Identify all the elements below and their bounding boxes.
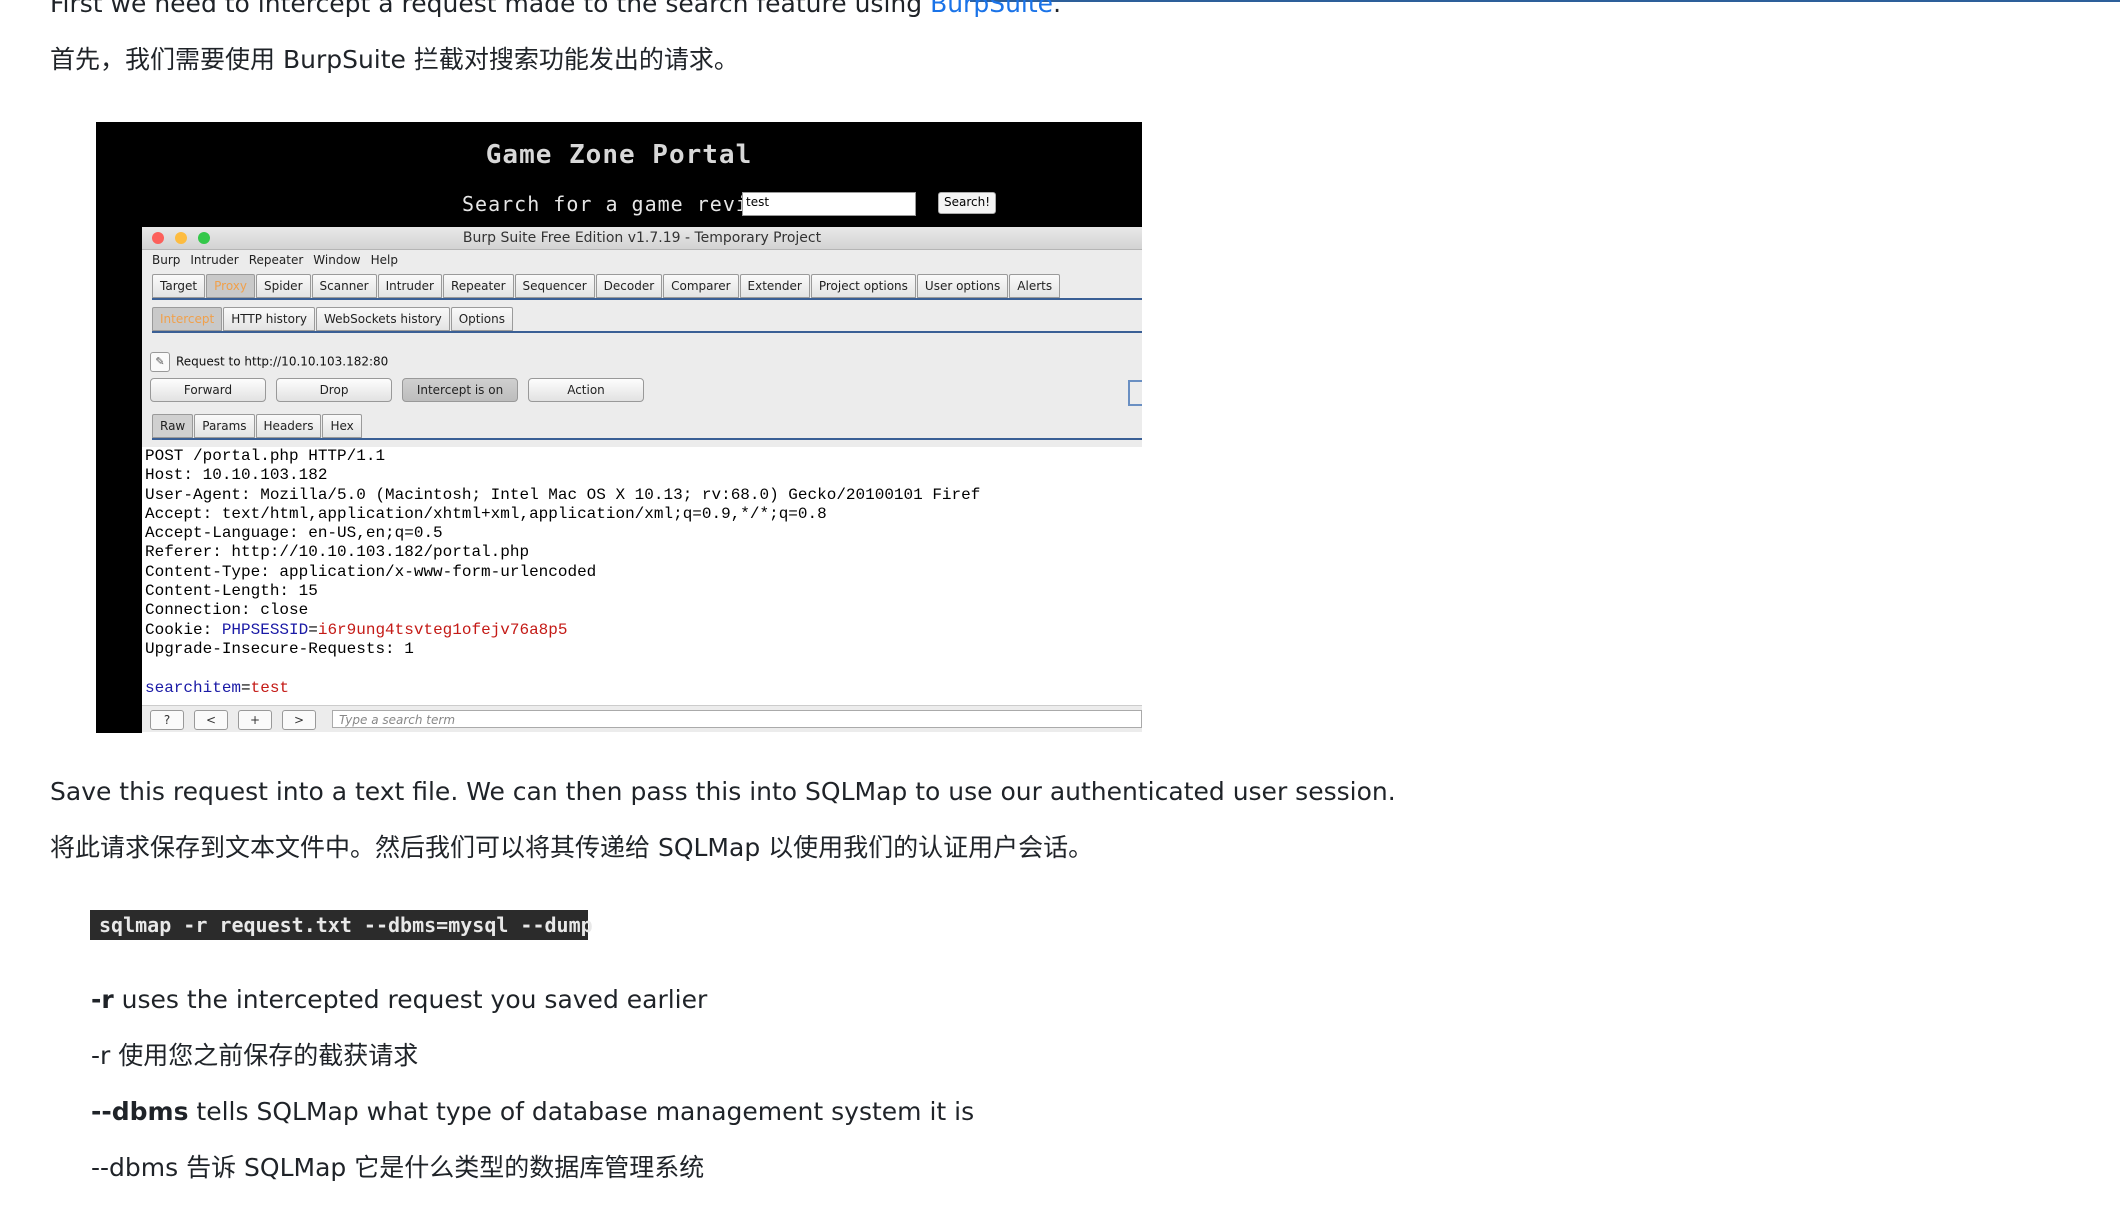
burp-window-title: Burp Suite Free Edition v1.7.19 - Tempor… bbox=[462, 230, 822, 246]
tab-intercept: Intercept bbox=[152, 307, 223, 331]
tab-scanner: Scanner bbox=[311, 274, 377, 298]
tab-extender: Extender bbox=[739, 274, 810, 298]
r-desc: uses the intercepted request you saved e… bbox=[113, 985, 708, 1014]
cookie-value: i6r9ung4tsvteg1ofejv76a8p5 bbox=[317, 620, 568, 639]
raw-line: Content-Length: 15 bbox=[145, 582, 318, 601]
portal-search-input: test bbox=[742, 192, 916, 216]
save-en: Save this request into a text file. We c… bbox=[50, 777, 1396, 806]
menu-intruder: Intruder bbox=[190, 253, 239, 267]
raw-line: Accept: text/html,application/xhtml+xml,… bbox=[145, 504, 827, 523]
proxy-tabs-rule bbox=[152, 331, 1142, 333]
tab-user-options: User options bbox=[916, 274, 1009, 298]
tab-websockets-history: WebSockets history bbox=[316, 307, 450, 331]
raw-line: Accept-Language: en-US,en;q=0.5 bbox=[145, 524, 443, 543]
prev-button: < bbox=[194, 710, 228, 730]
raw-cookie-line: Cookie: PHPSESSID=i6r9ung4tsvteg1ofejv76… bbox=[145, 621, 980, 640]
drop-button: Drop bbox=[276, 378, 392, 402]
tab-hex: Hex bbox=[322, 414, 362, 438]
search-bar: ? < + > Type a search term bbox=[142, 705, 1142, 732]
search-term-input: Type a search term bbox=[332, 710, 1142, 728]
next-button: > bbox=[282, 710, 316, 730]
action-button: Action bbox=[528, 378, 644, 402]
tab-sequencer: Sequencer bbox=[514, 274, 595, 298]
tab-comparer: Comparer bbox=[663, 274, 739, 298]
tab-spider: Spider bbox=[256, 274, 311, 298]
pencil-icon: ✎ bbox=[150, 352, 170, 372]
portal-title: Game Zone Portal bbox=[485, 140, 753, 170]
body-key: searchitem bbox=[145, 678, 242, 697]
main-tabs-rule bbox=[152, 298, 1142, 300]
portal-search-button: Search! bbox=[938, 192, 996, 214]
raw-request-text: POST /portal.php HTTP/1.1 Host: 10.10.103… bbox=[145, 447, 980, 698]
tab-project-options: Project options bbox=[810, 274, 916, 298]
body-value: test bbox=[250, 678, 290, 697]
dbms-option-zh: --dbms 告诉 SQLMap 它是什么类型的数据库管理系统 bbox=[91, 1153, 705, 1182]
burp-menubar: Burp Intruder Repeater Window Help bbox=[142, 250, 1142, 270]
tab-headers: Headers bbox=[255, 414, 322, 438]
raw-line: Upgrade-Insecure-Requests: 1 bbox=[145, 639, 414, 658]
intro-en-text: First we need to intercept a request mad… bbox=[50, 0, 931, 18]
raw-line: Host: 10.10.103.182 bbox=[145, 466, 328, 485]
save-zh: 将此请求保存到文本文件中。然后我们可以将其传递给 SQLMap 以使用我们的认证… bbox=[50, 833, 1094, 862]
r-option-en: -r uses the intercepted request you save… bbox=[91, 982, 707, 1018]
menu-burp: Burp bbox=[152, 253, 181, 267]
intro-en-period: . bbox=[1053, 0, 1062, 18]
plus-button: + bbox=[238, 710, 272, 730]
body-eq: = bbox=[241, 678, 251, 697]
cookie-eq: = bbox=[308, 620, 318, 639]
view-tabs: Raw Params Headers Hex bbox=[152, 414, 363, 438]
request-to-text: Request to http://10.10.103.182:80 bbox=[176, 354, 389, 369]
top-divider bbox=[970, 0, 2120, 2]
raw-line: Connection: close bbox=[145, 601, 309, 620]
cut-off-control bbox=[1128, 380, 1142, 406]
raw-line: User-Agent: Mozilla/5.0 (Macintosh; Inte… bbox=[145, 485, 981, 504]
dbms-option-en: --dbms tells SQLMap what type of databas… bbox=[91, 1094, 974, 1130]
menu-repeater: Repeater bbox=[248, 253, 304, 267]
intro-zh: 首先，我们需要使用 BurpSuite 拦截对搜索功能发出的请求。 bbox=[50, 45, 739, 74]
raw-body-line: searchitem=test bbox=[145, 679, 980, 698]
tab-options: Options bbox=[450, 307, 513, 331]
burp-titlebar: Burp Suite Free Edition v1.7.19 - Tempor… bbox=[142, 227, 1142, 250]
raw-request-pane: POST /portal.php HTTP/1.1 Host: 10.10.103… bbox=[142, 447, 1142, 733]
request-to-line: ✎ Request to http://10.10.103.182:80 bbox=[150, 352, 388, 372]
dbms-desc: tells SQLMap what type of database manag… bbox=[188, 1097, 975, 1126]
r-option-zh: -r 使用您之前保存的截获请求 bbox=[91, 1041, 419, 1070]
intro-en: First we need to intercept a request mad… bbox=[50, 0, 1061, 22]
forward-button: Forward bbox=[150, 378, 266, 402]
tab-repeater: Repeater bbox=[442, 274, 514, 298]
burp-screenshot: Game Zone Portal Search for a game revie… bbox=[96, 122, 1142, 733]
tab-proxy: Proxy bbox=[206, 274, 255, 298]
tab-target: Target bbox=[152, 274, 206, 298]
tab-alerts: Alerts bbox=[1009, 274, 1061, 298]
cookie-key: PHPSESSID bbox=[221, 620, 309, 639]
sqlmap-command: sqlmap -r request.txt --dbms=mysql --dum… bbox=[90, 910, 593, 940]
tab-intruder: Intruder bbox=[377, 274, 442, 298]
menu-window: Window bbox=[313, 253, 361, 267]
raw-line: Referer: http://10.10.103.182/portal.php bbox=[145, 543, 530, 562]
burp-window: Burp Suite Free Edition v1.7.19 - Tempor… bbox=[142, 227, 1142, 733]
tab-params: Params bbox=[194, 414, 255, 438]
burpsuite-link[interactable]: BurpSuite bbox=[930, 0, 1053, 18]
intercept-toggle-button: Intercept is on bbox=[402, 378, 518, 402]
r-flag: -r bbox=[91, 985, 114, 1014]
proxy-tabs: Intercept HTTP history WebSockets histor… bbox=[152, 307, 514, 331]
portal-search-label: Search for a game review: bbox=[462, 192, 789, 216]
tab-decoder: Decoder bbox=[595, 274, 663, 298]
help-button: ? bbox=[150, 710, 184, 730]
raw-line: POST /portal.php HTTP/1.1 bbox=[145, 447, 386, 465]
burp-main-tabs: Target Proxy Spider Scanner Intruder Rep… bbox=[152, 274, 1061, 298]
view-tabs-rule bbox=[152, 438, 1142, 440]
cookie-label: Cookie: bbox=[145, 620, 222, 639]
menu-help: Help bbox=[370, 253, 398, 267]
tab-http-history: HTTP history bbox=[223, 307, 316, 331]
tab-raw: Raw bbox=[152, 414, 194, 438]
raw-blank-line bbox=[145, 659, 980, 678]
dbms-flag: --dbms bbox=[91, 1097, 189, 1126]
raw-line: Content-Type: application/x-www-form-url… bbox=[145, 562, 597, 581]
